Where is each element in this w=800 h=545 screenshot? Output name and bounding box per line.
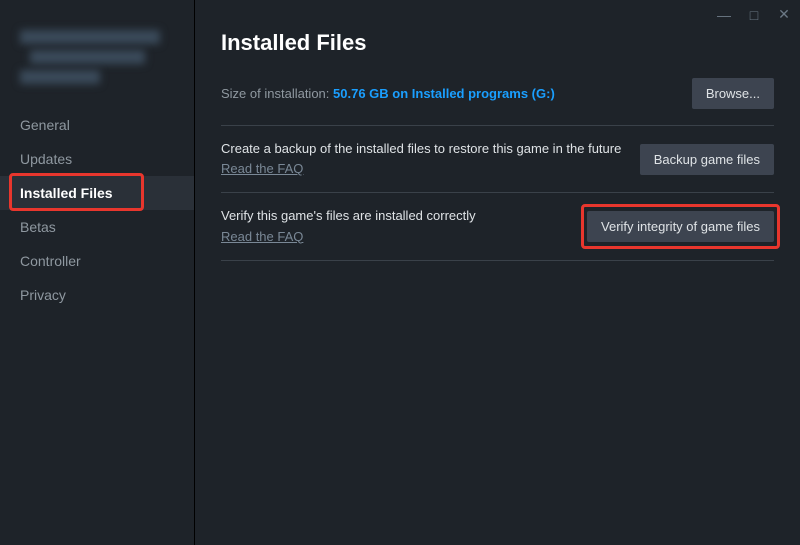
backup-description: Create a backup of the installed files t… — [221, 140, 624, 158]
sidebar-item-label: General — [20, 117, 70, 133]
backup-section: Create a backup of the installed files t… — [221, 140, 774, 178]
main-content: Installed Files Size of installation: 50… — [195, 0, 800, 545]
sidebar-item-label: Installed Files — [20, 185, 113, 201]
size-label: Size of installation: — [221, 86, 333, 101]
divider — [221, 125, 774, 126]
backup-game-files-button[interactable]: Backup game files — [640, 144, 774, 175]
minimize-button[interactable]: — — [716, 7, 732, 23]
maximize-button[interactable]: □ — [746, 7, 762, 23]
backup-faq-link[interactable]: Read the FAQ — [221, 160, 303, 178]
installation-size-row: Size of installation: 50.76 GB on Instal… — [221, 78, 774, 109]
sidebar-item-label: Betas — [20, 219, 56, 235]
close-button[interactable]: ✕ — [776, 6, 792, 23]
page-title: Installed Files — [221, 30, 774, 56]
verify-description: Verify this game's files are installed c… — [221, 207, 571, 225]
verify-faq-link[interactable]: Read the FAQ — [221, 228, 303, 246]
sidebar-item-label: Updates — [20, 151, 72, 167]
sidebar-item-privacy[interactable]: Privacy — [0, 278, 194, 312]
sidebar-item-installed-files[interactable]: Installed Files — [0, 176, 194, 210]
sidebar-item-updates[interactable]: Updates — [0, 142, 194, 176]
sidebar-item-betas[interactable]: Betas — [0, 210, 194, 244]
sidebar-item-controller[interactable]: Controller — [0, 244, 194, 278]
sidebar-item-general[interactable]: General — [0, 108, 194, 142]
sidebar: General Updates Installed Files Betas Co… — [0, 0, 195, 545]
verify-integrity-button[interactable]: Verify integrity of game files — [587, 211, 774, 242]
sidebar-item-label: Privacy — [20, 287, 66, 303]
game-title-blurred — [0, 30, 194, 108]
sidebar-item-label: Controller — [20, 253, 81, 269]
size-text: Size of installation: 50.76 GB on Instal… — [221, 86, 555, 101]
divider — [221, 192, 774, 193]
divider — [221, 260, 774, 261]
size-value: 50.76 GB on Installed programs (G:) — [333, 86, 555, 101]
verify-section: Verify this game's files are installed c… — [221, 207, 774, 245]
browse-button[interactable]: Browse... — [692, 78, 774, 109]
window-controls: — □ ✕ — [716, 6, 792, 23]
